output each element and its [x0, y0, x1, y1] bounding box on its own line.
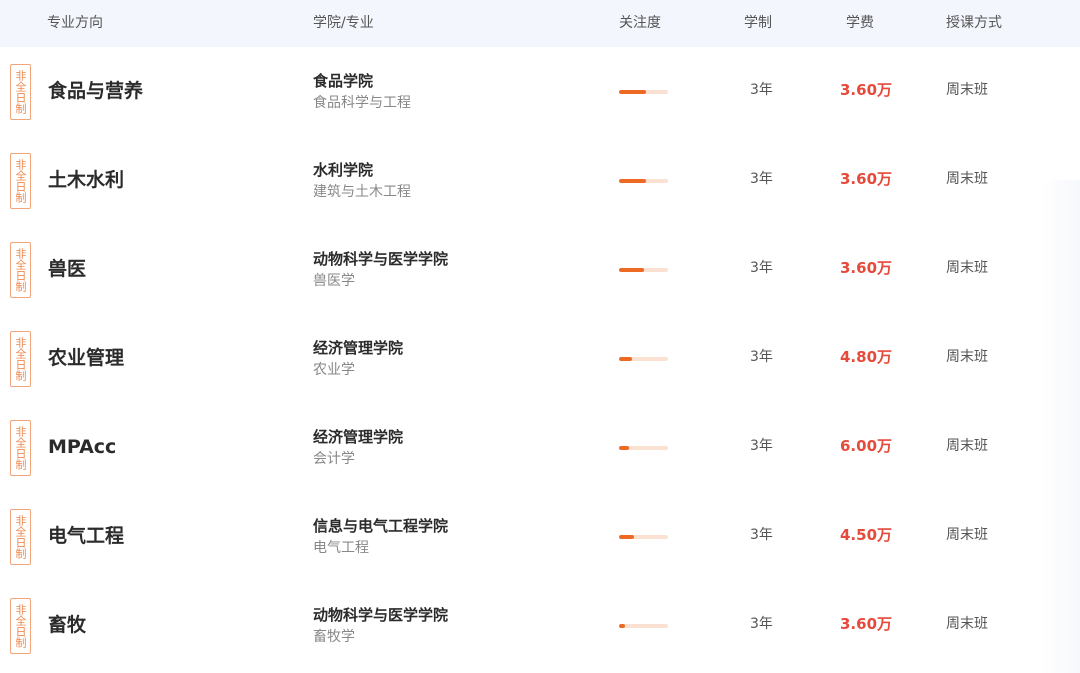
fee-value: 3.60万	[840, 170, 893, 188]
header-duration: 学制	[744, 15, 772, 31]
table-row[interactable]: 非全日制 食品与营养 食品学院 食品科学与工程 3年 3.60万 周末班	[0, 47, 1080, 136]
duration-value: 3年	[750, 260, 773, 276]
program-type-badge: 非全日制	[10, 598, 31, 654]
program-type-badge: 非全日制	[10, 331, 31, 387]
fee-value: 4.50万	[840, 526, 893, 544]
fee-value: 4.80万	[840, 348, 893, 366]
attention-bar-fill	[619, 357, 633, 361]
attention-bar-fill	[619, 535, 634, 539]
subject-name: 兽医学	[313, 273, 355, 289]
program-type-badge: 非全日制	[10, 64, 31, 120]
college-name: 水利学院	[313, 161, 374, 179]
teaching-mode: 周末班	[946, 616, 988, 632]
subject-name: 食品科学与工程	[313, 95, 411, 111]
table-row[interactable]: 非全日制 畜牧 动物科学与医学学院 畜牧学 3年 3.60万 周末班	[0, 581, 1080, 670]
college-name: 信息与电气工程学院	[313, 517, 449, 535]
college-name: 经济管理学院	[313, 428, 404, 446]
program-type-badge: 非全日制	[10, 242, 31, 298]
college-name: 经济管理学院	[313, 339, 404, 357]
attention-bar	[619, 90, 668, 94]
teaching-mode: 周末班	[946, 82, 988, 98]
major-name[interactable]: 畜牧	[48, 613, 86, 637]
table-row[interactable]: 非全日制 兽医 动物科学与医学学院 兽医学 3年 3.60万 周末班	[0, 225, 1080, 314]
major-name[interactable]: 电气工程	[48, 524, 124, 548]
header-fee: 学费	[846, 15, 874, 31]
header-attention: 关注度	[619, 15, 661, 31]
college-name: 动物科学与医学学院	[313, 250, 449, 268]
header-college: 学院/专业	[313, 15, 374, 31]
attention-bar	[619, 535, 668, 539]
subject-name: 会计学	[313, 451, 355, 467]
table-row[interactable]: 非全日制 电气工程 信息与电气工程学院 电气工程 3年 4.50万 周末班	[0, 492, 1080, 581]
fee-value: 3.60万	[840, 615, 893, 633]
teaching-mode: 周末班	[946, 527, 988, 543]
fee-value: 3.60万	[840, 81, 893, 99]
attention-bar	[619, 179, 668, 183]
duration-value: 3年	[750, 82, 773, 98]
attention-bar-fill	[619, 446, 629, 450]
subject-name: 建筑与土木工程	[313, 184, 411, 200]
subject-name: 农业学	[313, 362, 355, 378]
attention-bar	[619, 357, 668, 361]
attention-bar-fill	[619, 179, 646, 183]
teaching-mode: 周末班	[946, 438, 988, 454]
header-mode: 授课方式	[946, 15, 1002, 31]
fee-value: 3.60万	[840, 259, 893, 277]
attention-bar-fill	[619, 624, 625, 628]
attention-bar	[619, 268, 668, 272]
college-name: 动物科学与医学学院	[313, 606, 449, 624]
header-major: 专业方向	[47, 15, 103, 31]
attention-bar	[619, 446, 668, 450]
major-name[interactable]: MPAcc	[48, 435, 116, 459]
duration-value: 3年	[750, 438, 773, 454]
duration-value: 3年	[750, 171, 773, 187]
attention-bar	[619, 624, 668, 628]
major-name[interactable]: 农业管理	[48, 346, 124, 370]
teaching-mode: 周末班	[946, 260, 988, 276]
major-name[interactable]: 食品与营养	[48, 79, 143, 103]
fee-value: 6.00万	[840, 437, 893, 455]
program-type-badge: 非全日制	[10, 153, 31, 209]
duration-value: 3年	[750, 349, 773, 365]
table-header: 专业方向 学院/专业 关注度 学制 学费 授课方式	[0, 0, 1080, 47]
duration-value: 3年	[750, 616, 773, 632]
duration-value: 3年	[750, 527, 773, 543]
subject-name: 畜牧学	[313, 629, 355, 645]
college-name: 食品学院	[313, 72, 374, 90]
teaching-mode: 周末班	[946, 171, 988, 187]
attention-bar-fill	[619, 90, 646, 94]
program-table: 专业方向 学院/专业 关注度 学制 学费 授课方式 非全日制 食品与营养 食品学…	[0, 0, 1080, 673]
table-row[interactable]: 非全日制 农业管理 经济管理学院 农业学 3年 4.80万 周末班	[0, 314, 1080, 403]
program-type-badge: 非全日制	[10, 420, 31, 476]
major-name[interactable]: 土木水利	[48, 168, 124, 192]
attention-bar-fill	[619, 268, 644, 272]
major-name[interactable]: 兽医	[48, 257, 86, 281]
subject-name: 电气工程	[313, 540, 369, 556]
teaching-mode: 周末班	[946, 349, 988, 365]
table-row[interactable]: 非全日制 MPAcc 经济管理学院 会计学 3年 6.00万 周末班	[0, 403, 1080, 492]
program-type-badge: 非全日制	[10, 509, 31, 565]
table-row[interactable]: 非全日制 土木水利 水利学院 建筑与土木工程 3年 3.60万 周末班	[0, 136, 1080, 225]
